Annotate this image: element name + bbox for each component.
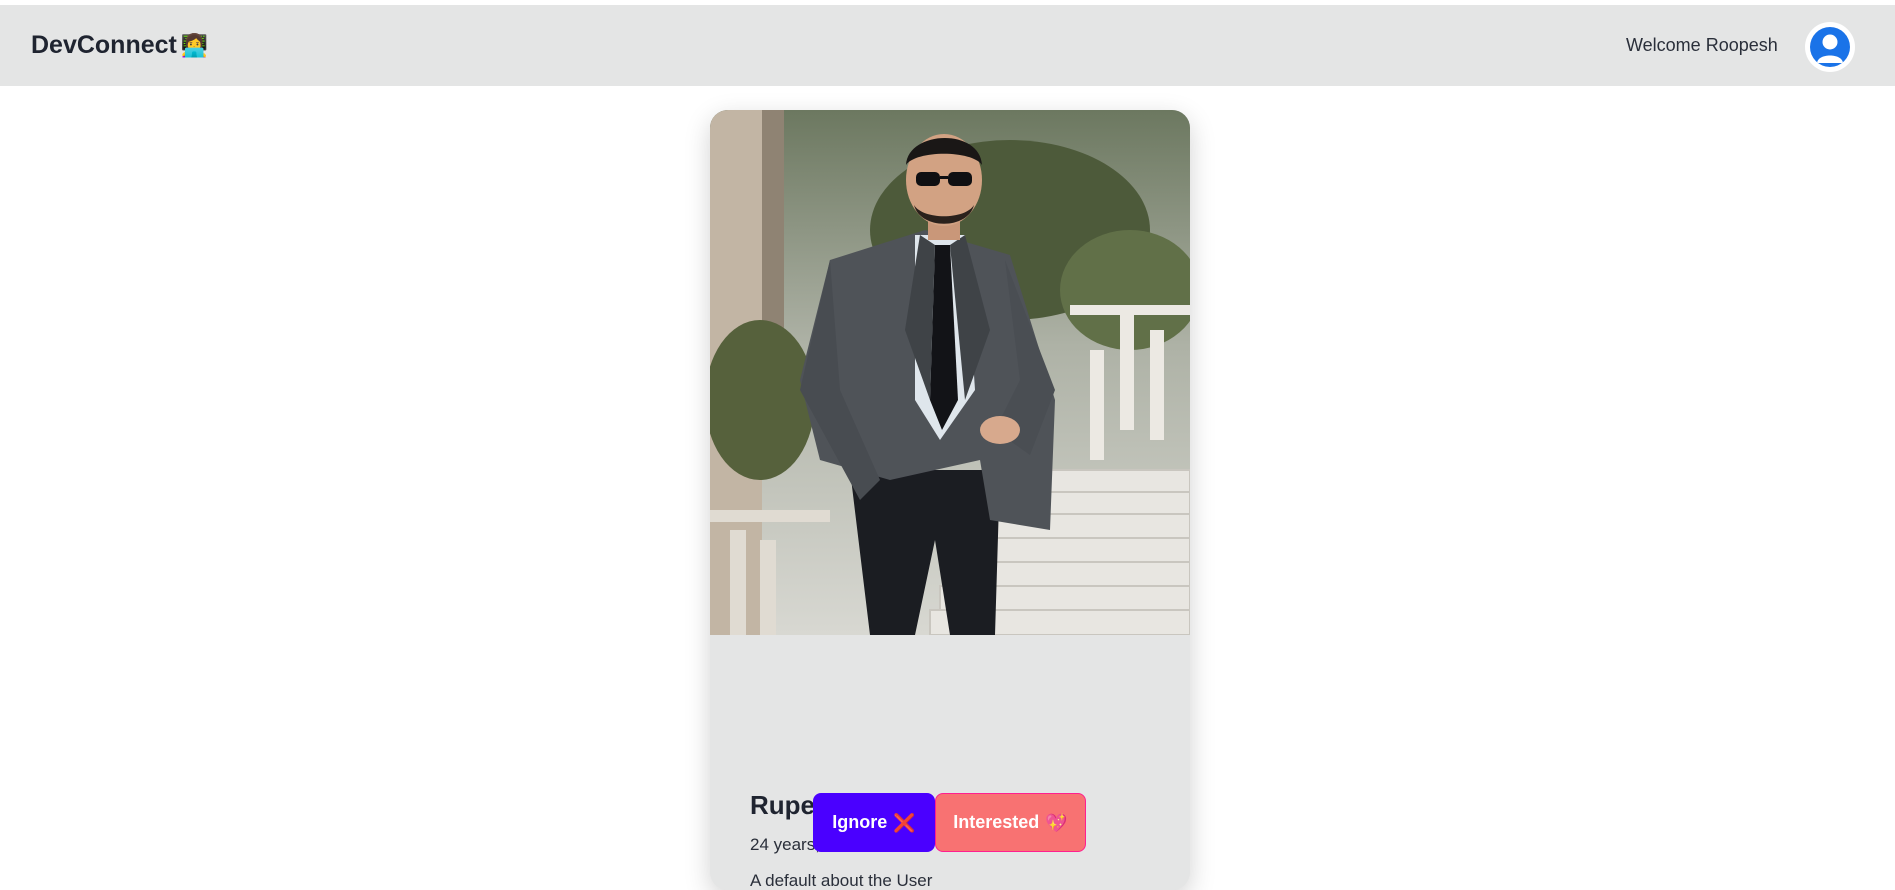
ignore-button-label: Ignore [832,812,888,832]
navbar: DevConnect 👩‍💻 Welcome Roopesh [0,5,1895,86]
profile-about: A default about the User [750,871,933,890]
ignore-button[interactable]: Ignore ❌ [813,793,935,852]
interested-button[interactable]: Interested 💖 [935,793,1086,852]
welcome-text: Welcome Roopesh [1626,35,1778,55]
user-avatar-icon [1810,27,1850,67]
sparkling-heart-icon: 💖 [1045,812,1068,833]
cross-mark-icon: ❌ [893,812,916,833]
user-avatar[interactable] [1805,22,1855,72]
brand-logo[interactable]: DevConnect 👩‍💻 [31,5,208,86]
brand-name[interactable]: DevConnect [31,31,177,60]
profile-photo [710,110,1190,635]
interested-button-label: Interested [953,812,1040,832]
profile-card: Rupesh Nagineni 24 years,male A default … [710,110,1190,890]
technologist-emoji-icon: 👩‍💻 [180,32,209,58]
